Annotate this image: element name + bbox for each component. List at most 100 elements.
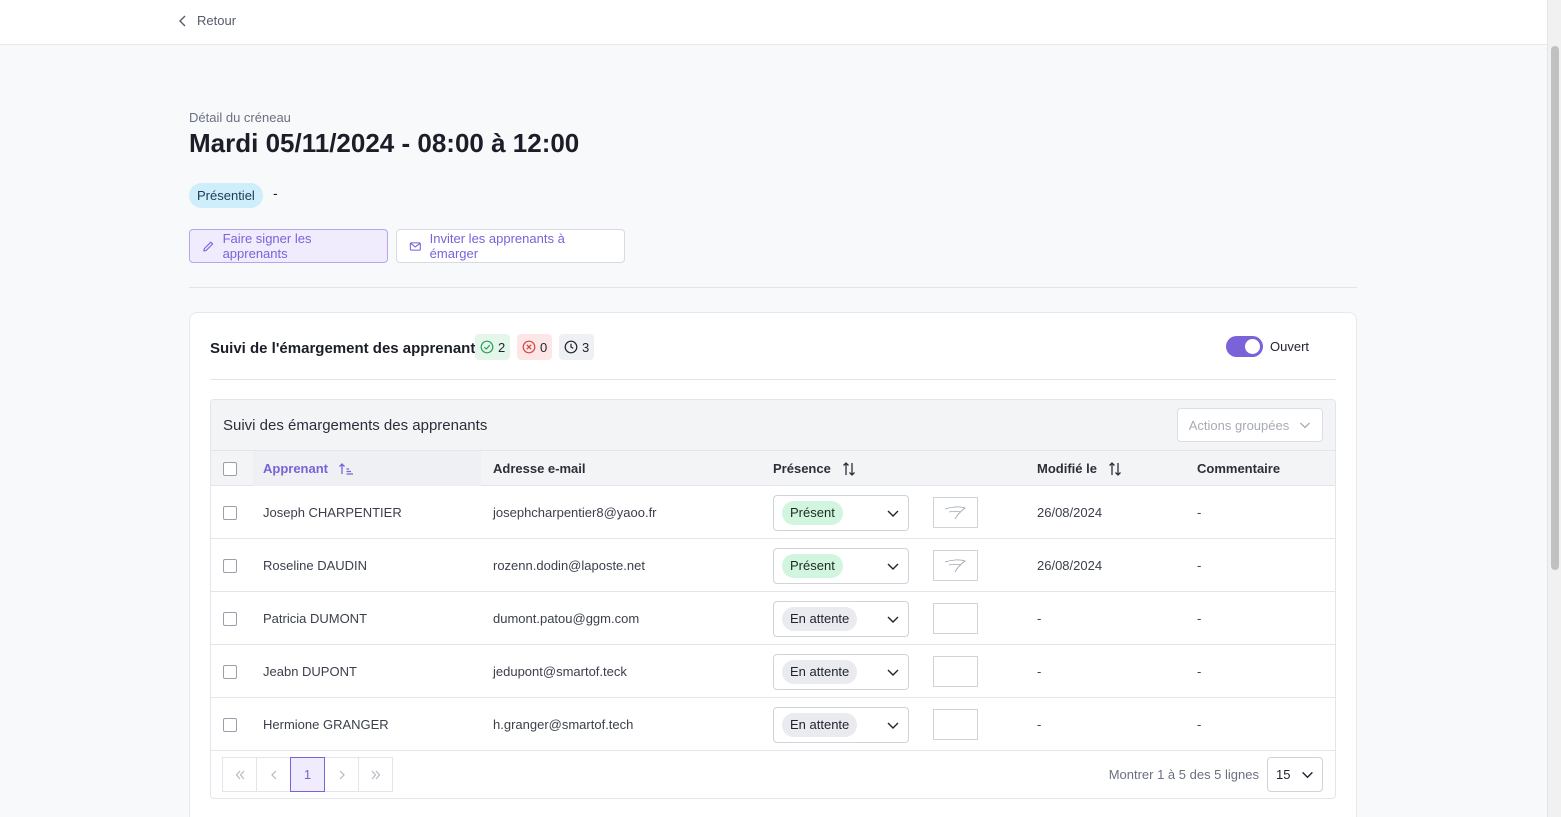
- modified-date: -: [1037, 717, 1042, 732]
- presence-cell: En attente: [773, 592, 909, 645]
- page-size-select[interactable]: 15: [1267, 757, 1323, 792]
- toggle-knob: [1245, 339, 1260, 354]
- attendance-card: Suivi de l'émargement des apprenants 2 0…: [189, 312, 1357, 817]
- comment: -: [1197, 558, 1202, 573]
- presence-select[interactable]: En attente: [773, 600, 909, 637]
- scrollbar-thumb[interactable]: [1551, 46, 1559, 570]
- chevrons-left-icon: [235, 770, 244, 779]
- invite-learners-button[interactable]: Inviter les apprenants à émarger: [396, 229, 625, 263]
- signature-cell: [933, 645, 978, 698]
- column-presence[interactable]: Présence: [773, 451, 857, 486]
- attendance-table: Suivi des émargements des apprenants Act…: [210, 399, 1336, 799]
- rows-info: Montrer 1 à 5 des 5 lignes: [1108, 767, 1259, 782]
- mail-icon: [409, 241, 421, 251]
- page-title: Mardi 05/11/2024 - 08:00 à 12:00: [189, 128, 580, 158]
- row-checkbox[interactable]: [223, 558, 237, 573]
- bulk-actions-label: Actions groupées: [1188, 417, 1290, 433]
- presence-cell: Présent: [773, 539, 909, 592]
- row-checkbox[interactable]: [223, 717, 237, 732]
- presence-status-badge: En attente: [782, 659, 858, 684]
- sort-icon: [842, 461, 855, 476]
- table-row: Roseline DAUDIN rozenn.dodin@laposte.net…: [211, 539, 1335, 592]
- table-row: Jeabn DUPONT jedupont@smartof.teck En at…: [211, 645, 1335, 698]
- column-comment-label: Commentaire: [1197, 461, 1281, 476]
- pencil-icon: [203, 241, 214, 252]
- chevron-left-icon: [179, 15, 186, 26]
- signature-box[interactable]: [933, 550, 978, 581]
- table-header-bar: Suivi des émargements des apprenants Act…: [211, 400, 1335, 451]
- sign-learners-label: Faire signer les apprenants: [222, 231, 312, 261]
- absent-count: 0: [540, 339, 548, 355]
- open-toggle-label: Ouvert: [1270, 339, 1310, 354]
- mode-extra: -: [273, 185, 278, 201]
- signature-box[interactable]: [933, 709, 978, 740]
- modified-date: -: [1037, 664, 1042, 679]
- modified-date: 26/08/2024: [1037, 558, 1103, 573]
- signature-image: [944, 559, 966, 572]
- chevron-left-icon: [270, 770, 276, 779]
- invite-learners-label: Inviter les apprenants à émarger: [429, 231, 565, 261]
- card-divider: [210, 379, 1336, 380]
- presence-status-badge: En attente: [782, 712, 858, 737]
- learner-email: rozenn.dodin@laposte.net: [493, 558, 645, 573]
- row-select-cell: [223, 539, 253, 592]
- modified-date: -: [1037, 611, 1042, 626]
- row-select-cell: [223, 698, 253, 751]
- page-button-current[interactable]: 1: [290, 757, 325, 792]
- last-page-button[interactable]: [358, 757, 393, 792]
- row-checkbox[interactable]: [223, 664, 237, 679]
- presence-select[interactable]: Présent: [773, 547, 909, 584]
- sign-learners-button[interactable]: Faire signer les apprenants: [189, 229, 388, 263]
- pending-counter: 3: [559, 334, 595, 360]
- presence-select[interactable]: Présent: [773, 494, 909, 531]
- first-page-button[interactable]: [222, 757, 257, 792]
- sort-icon: [1108, 461, 1121, 476]
- learner-name: Jeabn DUPONT: [263, 664, 357, 679]
- presence-status-badge: Présent: [782, 553, 843, 578]
- learner-name: Roseline DAUDIN: [263, 558, 368, 573]
- chevron-right-icon: [339, 770, 345, 779]
- select-all-checkbox[interactable]: [223, 461, 237, 476]
- signature-box[interactable]: [933, 656, 978, 687]
- modified-date: 26/08/2024: [1037, 505, 1103, 520]
- column-modified-label: Modifié le: [1037, 461, 1097, 476]
- signed-counter: 2: [475, 334, 511, 360]
- back-link[interactable]: Retour: [177, 13, 236, 28]
- row-checkbox[interactable]: [223, 505, 237, 520]
- comment: -: [1197, 717, 1202, 732]
- column-modified[interactable]: Modifié le: [1037, 451, 1123, 486]
- presence-cell: Présent: [773, 486, 909, 539]
- chevron-down-icon: [1302, 771, 1313, 779]
- divider: [189, 287, 1357, 288]
- presence-select[interactable]: En attente: [773, 706, 909, 743]
- chevron-down-icon: [1300, 422, 1311, 429]
- clock-icon: [564, 340, 578, 354]
- comment: -: [1197, 611, 1202, 626]
- presence-cell: En attente: [773, 645, 909, 698]
- signature-box[interactable]: [933, 497, 978, 528]
- row-select-cell: [223, 486, 253, 539]
- open-toggle[interactable]: [1226, 336, 1263, 357]
- presence-select[interactable]: En attente: [773, 653, 909, 690]
- tracking-title: Suivi de l'émargement des apprenants: [210, 340, 484, 357]
- signature-cell: [933, 539, 978, 592]
- page-subtitle: Détail du créneau: [189, 110, 291, 125]
- table-row: Patricia DUMONT dumont.patou@ggm.com En …: [211, 592, 1335, 645]
- page-scrollbar[interactable]: [1547, 0, 1561, 817]
- chevron-down-icon: [887, 616, 899, 623]
- signature-box[interactable]: [933, 603, 978, 634]
- bulk-actions-dropdown[interactable]: Actions groupées: [1177, 408, 1323, 442]
- row-checkbox[interactable]: [223, 611, 237, 626]
- next-page-button[interactable]: [324, 757, 359, 792]
- select-all-cell: [223, 451, 253, 486]
- absent-counter: 0: [517, 334, 553, 360]
- learner-email: dumont.patou@ggm.com: [493, 611, 640, 626]
- column-learner[interactable]: Apprenant: [253, 451, 481, 486]
- learner-name: Patricia DUMONT: [263, 611, 368, 626]
- page-size-value: 15: [1276, 767, 1291, 782]
- mode-badge: Présentiel: [189, 183, 263, 208]
- previous-page-button[interactable]: [256, 757, 291, 792]
- column-email: Adresse e-mail: [493, 451, 586, 486]
- pagination: 1: [222, 757, 393, 792]
- chevron-down-icon: [887, 510, 899, 517]
